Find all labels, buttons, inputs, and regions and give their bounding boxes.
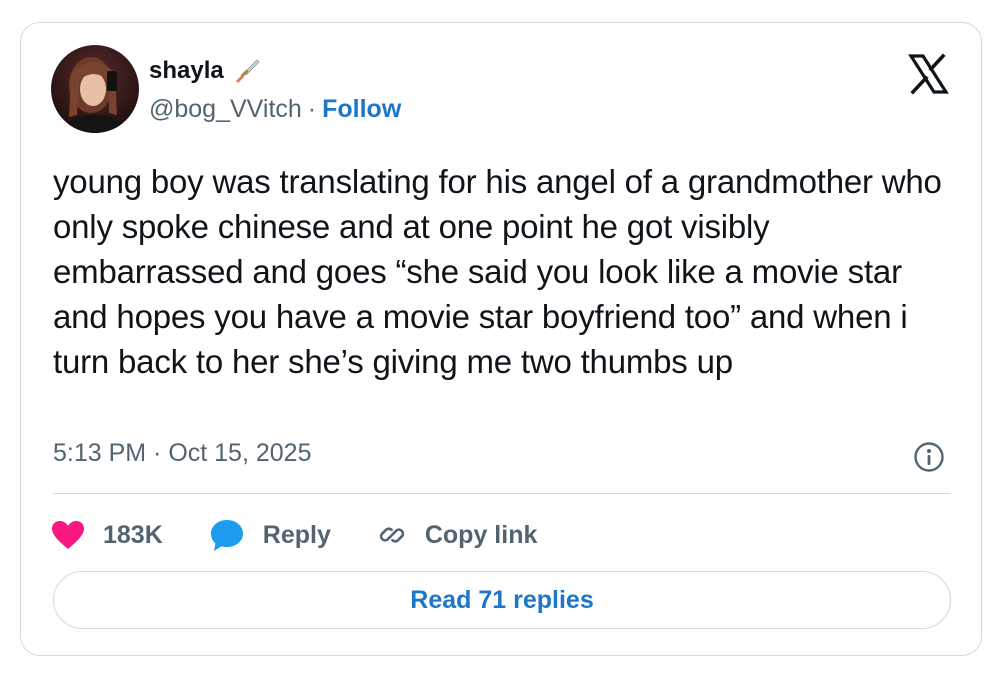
author-handle-row: @bog_VVitch · Follow xyxy=(149,95,401,124)
tweet-text: young boy was translating for his angel … xyxy=(53,163,942,380)
like-count: 183K xyxy=(103,520,163,549)
divider xyxy=(53,493,951,494)
dagger-icon xyxy=(232,57,260,85)
author-handle[interactable]: @bog_VVitch xyxy=(149,95,302,124)
handle-separator: · xyxy=(307,95,317,123)
follow-button[interactable]: Follow xyxy=(322,95,401,124)
action-bar: 183K Reply Copy link xyxy=(51,515,583,555)
author-display-name[interactable]: shayla xyxy=(149,57,224,85)
heart-icon xyxy=(51,520,85,550)
reply-bubble-icon xyxy=(209,518,245,552)
like-button[interactable]: 183K xyxy=(51,520,163,550)
avatar[interactable] xyxy=(51,45,139,133)
read-replies-button[interactable]: Read 71 replies xyxy=(53,571,951,629)
link-icon xyxy=(377,520,407,550)
tweet-card: shayla @bog_VVitch · Follow young boy wa… xyxy=(20,22,982,656)
x-logo-icon[interactable] xyxy=(907,53,949,95)
reply-button[interactable]: Reply xyxy=(209,518,331,552)
reply-label: Reply xyxy=(262,520,331,549)
info-icon[interactable] xyxy=(913,441,945,473)
copy-link-button[interactable]: Copy link xyxy=(377,520,538,550)
author-name-row: shayla xyxy=(149,57,260,85)
copy-link-label: Copy link xyxy=(424,520,538,549)
tweet-timestamp[interactable]: 5:13 PM · Oct 15, 2025 xyxy=(53,439,311,468)
